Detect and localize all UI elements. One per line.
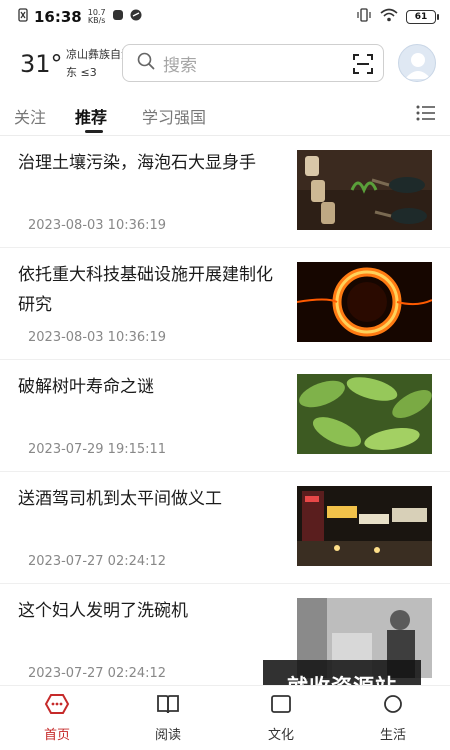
news-date: 2023-08-03 10:36:19 xyxy=(28,330,167,345)
night-street-image[interactable] xyxy=(297,486,432,566)
wifi-icon xyxy=(380,8,398,26)
news-title[interactable]: 破解树叶寿命之谜 xyxy=(18,372,286,402)
news-date: 2023-07-29 19:15:11 xyxy=(28,442,167,457)
nav-home[interactable]: 首页 xyxy=(27,692,87,743)
culture-icon xyxy=(268,695,294,720)
active-tab-indicator xyxy=(85,130,103,133)
news-item[interactable]: 破解树叶寿命之谜 2023-07-29 19:15:11 xyxy=(0,360,450,472)
search-bar[interactable]: 搜索 xyxy=(122,44,384,82)
news-feed: 治理土壤污染，海泡石大显身手 2023-08-03 10:36:19 依托重大科… xyxy=(0,136,450,696)
search-placeholder: 搜索 xyxy=(163,55,197,76)
sim-icon xyxy=(18,8,28,26)
soil-gardening-image[interactable] xyxy=(297,150,432,230)
channel-menu-icon[interactable] xyxy=(416,104,436,126)
nav-culture-label: 文化 xyxy=(267,728,294,743)
nav-read-label: 阅读 xyxy=(154,728,181,743)
nav-life-label: 生活 xyxy=(379,728,406,743)
nav-culture[interactable]: 文化 xyxy=(251,692,311,743)
book-icon xyxy=(155,695,181,720)
fire-ring-image[interactable] xyxy=(297,262,432,342)
home-icon xyxy=(44,694,70,720)
bottom-navigation: 首页 阅读 文化 生活 xyxy=(0,685,450,750)
tab-recommend[interactable]: 推荐 xyxy=(75,104,107,128)
nav-home-label: 首页 xyxy=(43,728,70,743)
app-notification-icon-2 xyxy=(130,9,142,25)
news-title[interactable]: 这个妇人发明了洗碗机 xyxy=(18,596,286,626)
news-title[interactable]: 治理土壤污染，海泡石大显身手 xyxy=(18,148,286,178)
status-bar: 16:38 10.7 KB/s 61 xyxy=(0,0,450,34)
green-leaves-image[interactable] xyxy=(297,374,432,454)
news-item[interactable]: 送酒驾司机到太平间做义工 2023-07-27 02:24:12 xyxy=(0,472,450,584)
vibrate-icon xyxy=(356,8,372,26)
status-time: 16:38 xyxy=(34,8,82,26)
user-avatar[interactable] xyxy=(398,44,436,82)
nav-life[interactable]: 生活 xyxy=(363,692,423,743)
nav-read[interactable]: 阅读 xyxy=(138,692,198,743)
tab-xuexi-qiangguo[interactable]: 学习强国 xyxy=(142,104,206,128)
tab-follow[interactable]: 关注 xyxy=(14,104,46,128)
news-title[interactable]: 依托重大科技基础设施开展建制化研究 xyxy=(18,260,286,320)
news-date: 2023-08-03 10:36:19 xyxy=(28,218,167,233)
news-title[interactable]: 送酒驾司机到太平间做义工 xyxy=(18,484,286,514)
news-item[interactable]: 依托重大科技基础设施开展建制化研究 2023-08-03 10:36:19 xyxy=(0,248,450,360)
life-icon xyxy=(380,695,406,720)
scan-icon[interactable] xyxy=(353,54,373,78)
weather-temperature[interactable]: 31° xyxy=(20,50,63,78)
app-notification-icon xyxy=(112,9,124,25)
channel-tabs: 关注 推荐 学习强国 xyxy=(0,92,450,136)
news-date: 2023-07-27 02:24:12 xyxy=(28,554,167,569)
top-header: 31° 凉山彝族自治州 东 ≤3 搜索 xyxy=(0,38,450,90)
search-icon xyxy=(137,52,155,74)
news-date: 2023-07-27 02:24:12 xyxy=(28,666,167,681)
battery-indicator: 61 xyxy=(406,10,439,24)
news-item[interactable]: 治理土壤污染，海泡石大显身手 2023-08-03 10:36:19 xyxy=(0,136,450,248)
network-speed: 10.7 KB/s xyxy=(87,8,106,25)
